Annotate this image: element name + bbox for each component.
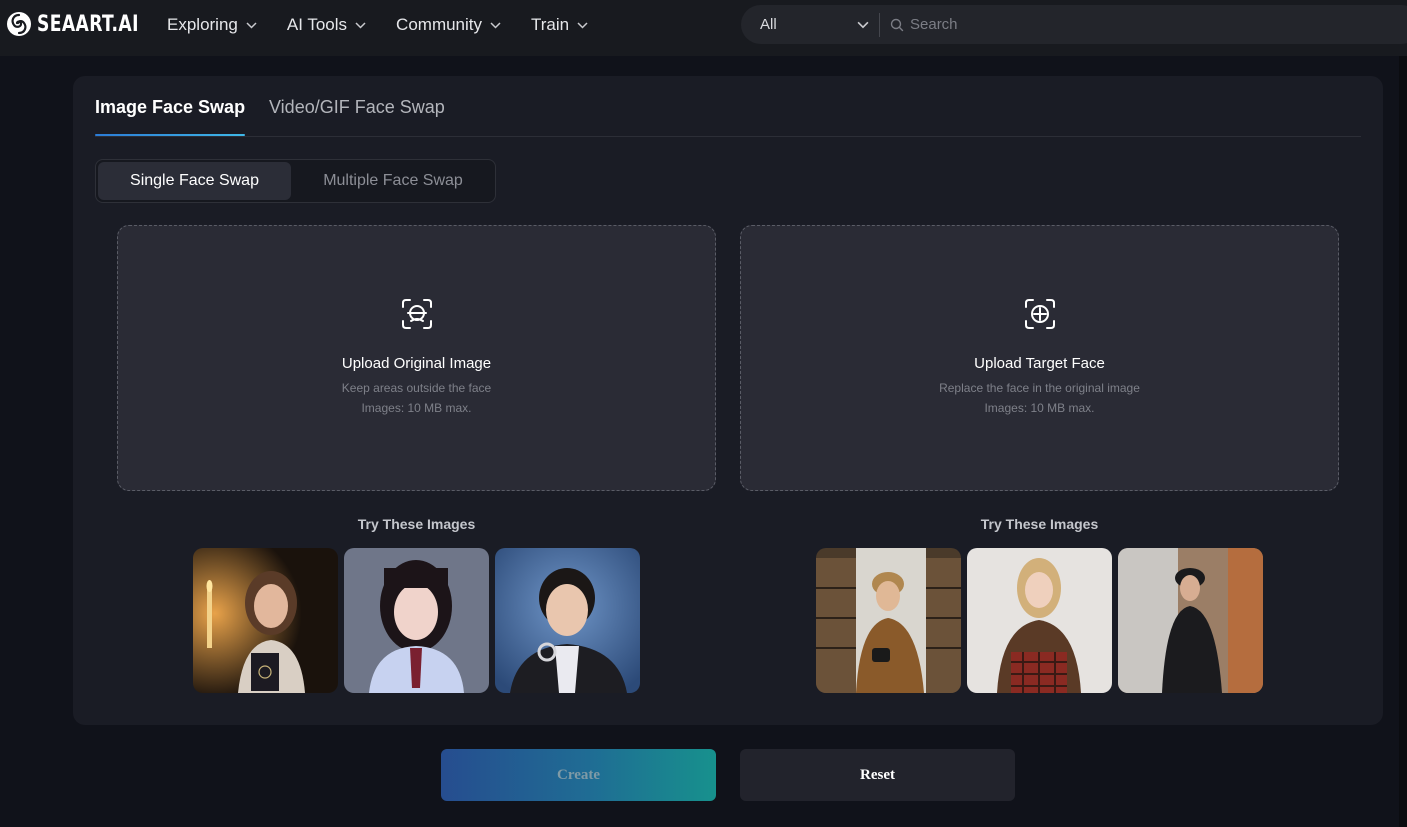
try-these-images-label-target: Try These Images bbox=[980, 516, 1099, 532]
swap-mode-toggle: Single Face Swap Multiple Face Swap bbox=[95, 159, 496, 203]
search-input-wrap bbox=[880, 16, 1407, 33]
brand-name: SEAART.AI bbox=[37, 11, 139, 37]
create-button[interactable]: Create bbox=[441, 749, 716, 801]
face-scan-icon bbox=[402, 299, 432, 329]
sample-thumbnail[interactable] bbox=[816, 548, 961, 693]
sample-image-street-woman bbox=[1118, 548, 1263, 693]
reset-button[interactable]: Reset bbox=[740, 749, 1015, 801]
target-sample-thumbnails bbox=[816, 548, 1263, 693]
page-edge-shadow bbox=[1399, 56, 1407, 827]
multiple-face-swap-button[interactable]: Multiple Face Swap bbox=[293, 162, 493, 200]
nav-train-label: Train bbox=[531, 15, 570, 34]
chevron-down-icon bbox=[857, 21, 869, 28]
nav-exploring[interactable]: Exploring bbox=[167, 14, 257, 36]
original-sample-thumbnails bbox=[193, 548, 640, 693]
seaart-logo-icon bbox=[7, 12, 31, 36]
sample-thumbnail[interactable] bbox=[193, 548, 338, 693]
sample-thumbnail[interactable] bbox=[344, 548, 489, 693]
upload-original-limit: Images: 10 MB max. bbox=[361, 401, 472, 415]
face-target-plus-icon bbox=[1025, 299, 1055, 329]
upload-target-subtitle: Replace the face in the original image bbox=[939, 381, 1140, 395]
face-swap-tabs: Image Face Swap Video/GIF Face Swap bbox=[95, 76, 1361, 137]
top-navigation-bar: SEAART.AI Exploring AI Tools Community T… bbox=[0, 0, 1407, 56]
upload-target-title: Upload Target Face bbox=[974, 355, 1105, 372]
upload-original-dropzone[interactable]: Upload Original Image Keep areas outside… bbox=[117, 225, 716, 491]
sample-image-plaid-woman bbox=[967, 548, 1112, 693]
sample-image-library-woman bbox=[816, 548, 961, 693]
main-nav: Exploring AI Tools Community Train bbox=[167, 14, 618, 36]
chevron-down-icon bbox=[246, 21, 257, 29]
sample-image-student-boy bbox=[495, 548, 640, 693]
sample-image-candlelit-girl bbox=[193, 548, 338, 693]
nav-community-label: Community bbox=[396, 15, 483, 34]
search-icon bbox=[890, 18, 904, 31]
search-scope-value: All bbox=[760, 16, 777, 33]
active-tab-indicator bbox=[95, 134, 245, 136]
chevron-down-icon bbox=[577, 21, 588, 29]
brand-logo[interactable]: SEAART.AI bbox=[6, 10, 168, 38]
single-face-swap-button[interactable]: Single Face Swap bbox=[98, 162, 291, 200]
nav-train[interactable]: Train bbox=[531, 14, 588, 36]
nav-ai-tools-label: AI Tools bbox=[286, 15, 348, 34]
upload-original-title: Upload Original Image bbox=[341, 355, 492, 372]
upload-original-subtitle: Keep areas outside the face bbox=[341, 381, 492, 395]
chevron-down-icon bbox=[490, 21, 501, 29]
tab-image-face-swap[interactable]: Image Face Swap bbox=[95, 97, 245, 118]
search-bar: All bbox=[741, 5, 1407, 44]
nav-ai-tools[interactable]: AI Tools bbox=[287, 14, 366, 36]
search-input[interactable] bbox=[910, 16, 1310, 33]
nav-exploring-label: Exploring bbox=[167, 15, 238, 34]
upload-target-dropzone[interactable]: Upload Target Face Replace the face in t… bbox=[740, 225, 1339, 491]
sample-thumbnail[interactable] bbox=[1118, 548, 1263, 693]
try-these-images-label-original: Try These Images bbox=[357, 516, 476, 532]
upload-target-limit: Images: 10 MB max. bbox=[984, 401, 1095, 415]
sample-image-schoolgirl bbox=[344, 548, 489, 693]
chevron-down-icon bbox=[355, 21, 366, 29]
nav-community[interactable]: Community bbox=[396, 14, 501, 36]
sample-thumbnail[interactable] bbox=[495, 548, 640, 693]
face-swap-panel: Image Face Swap Video/GIF Face Swap Sing… bbox=[73, 76, 1383, 725]
search-scope-select[interactable]: All bbox=[741, 5, 879, 44]
sample-thumbnail[interactable] bbox=[967, 548, 1112, 693]
tab-video-gif-face-swap[interactable]: Video/GIF Face Swap bbox=[269, 97, 445, 118]
